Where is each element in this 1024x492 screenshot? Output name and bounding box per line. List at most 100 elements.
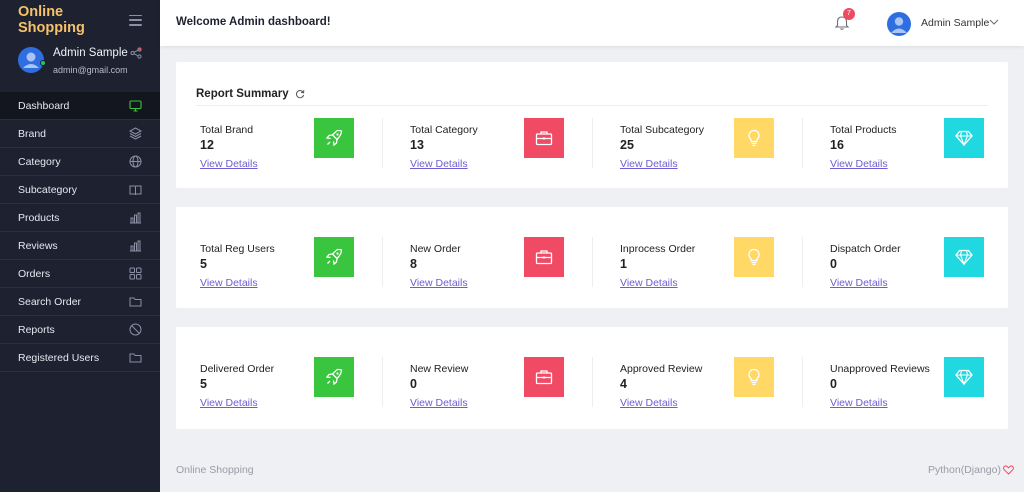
refresh-icon[interactable] xyxy=(295,89,305,99)
stat-label: Total Reg Users xyxy=(200,243,275,255)
hamburger-menu-icon[interactable] xyxy=(128,14,142,26)
stat-value: 1 xyxy=(620,257,627,271)
view-details-link[interactable]: View Details xyxy=(410,158,468,170)
profile-name: Admin Sample xyxy=(53,47,128,59)
sidebar-item-label: Products xyxy=(18,211,60,224)
share-icon[interactable] xyxy=(130,47,142,59)
diamond-icon xyxy=(944,357,984,397)
stat-divider xyxy=(592,237,593,287)
folder-icon xyxy=(129,295,142,308)
user-avatar-icon xyxy=(891,17,907,33)
sidebar-item-brand[interactable]: Brand xyxy=(0,120,160,148)
sidebar-item-registered-users[interactable]: Registered Users xyxy=(0,344,160,372)
stat-label: Unapproved Reviews xyxy=(830,363,930,375)
stat-value: 25 xyxy=(620,138,634,152)
stat-total-category: Total Category 13 View Details xyxy=(386,118,593,184)
stat-approved-review: Approved Review 4 View Details xyxy=(596,357,803,423)
stat-value: 4 xyxy=(620,377,627,391)
chevron-down-icon[interactable] xyxy=(989,18,999,26)
briefcase-icon xyxy=(524,237,564,277)
sidebar-item-label: Orders xyxy=(18,267,51,280)
sidebar-item-reports[interactable]: Reports xyxy=(0,316,160,344)
stat-new-order: New Order 8 View Details xyxy=(386,237,593,303)
stat-total-brand: Total Brand 12 View Details xyxy=(176,118,383,184)
stat-value: 12 xyxy=(200,138,214,152)
view-details-link[interactable]: View Details xyxy=(620,158,678,170)
stat-value: 0 xyxy=(410,377,417,391)
stat-value: 8 xyxy=(410,257,417,271)
app-title[interactable]: Online Shopping xyxy=(18,4,129,36)
stat-label: Total Brand xyxy=(200,124,254,136)
view-details-link[interactable]: View Details xyxy=(200,277,258,289)
footer-framework: Python(Django) xyxy=(928,464,1001,476)
sidebar-item-subcategory[interactable]: Subcategory xyxy=(0,176,160,204)
view-details-link[interactable]: View Details xyxy=(200,158,258,170)
online-status-dot xyxy=(40,60,46,66)
footer-credit: Python(Django) xyxy=(928,464,1014,476)
stat-divider xyxy=(592,357,593,407)
sidebar-item-orders[interactable]: Orders xyxy=(0,260,160,288)
stat-total-reg-users: Total Reg Users 5 View Details xyxy=(176,237,383,303)
footer-app-name: Online Shopping xyxy=(176,464,254,476)
view-details-link[interactable]: View Details xyxy=(830,158,888,170)
avatar[interactable] xyxy=(18,47,46,73)
stat-new-review: New Review 0 View Details xyxy=(386,357,593,423)
stats-card-orders: Total Reg Users 5 View Details New Order… xyxy=(176,207,1008,308)
view-details-link[interactable]: View Details xyxy=(200,397,258,409)
stat-total-subcategory: Total Subcategory 25 View Details xyxy=(596,118,803,184)
sidebar-item-label: Brand xyxy=(18,127,47,140)
view-details-link[interactable]: View Details xyxy=(620,277,678,289)
rocket-icon xyxy=(314,237,354,277)
sidebar-item-products[interactable]: Products xyxy=(0,204,160,232)
sidebar-item-label: Search Order xyxy=(18,295,82,308)
stats-card-reviews: Delivered Order 5 View Details New Revie… xyxy=(176,327,1008,429)
monitor-icon xyxy=(129,99,142,112)
page-title: Welcome Admin dashboard! xyxy=(176,16,331,28)
profile-email: admin@gmail.com xyxy=(53,65,128,75)
stat-label: Approved Review xyxy=(620,363,703,375)
heart-icon xyxy=(1003,465,1014,475)
layers-icon xyxy=(129,127,142,140)
view-details-link[interactable]: View Details xyxy=(410,397,468,409)
sidebar-item-label: Registered Users xyxy=(18,351,100,364)
stat-label: Dispatch Order xyxy=(830,243,901,255)
sidebar-item-dashboard[interactable]: Dashboard xyxy=(0,92,160,120)
stat-value: 16 xyxy=(830,138,844,152)
sidebar-item-label: Reports xyxy=(18,323,55,336)
rocket-icon xyxy=(314,357,354,397)
report-summary-title: Report Summary xyxy=(196,88,289,100)
stat-divider xyxy=(382,118,383,168)
book-icon xyxy=(129,183,142,196)
stat-delivered-order: Delivered Order 5 View Details xyxy=(176,357,383,423)
card-title: Report Summary xyxy=(196,88,305,100)
avatar[interactable] xyxy=(887,12,911,36)
view-details-link[interactable]: View Details xyxy=(830,397,888,409)
briefcase-icon xyxy=(524,118,564,158)
user-menu-name[interactable]: Admin Sample xyxy=(921,17,989,29)
stat-inprocess-order: Inprocess Order 1 View Details xyxy=(596,237,803,303)
stat-divider xyxy=(802,237,803,287)
sidebar: Online Shopping Admin Sample admin@gmail… xyxy=(0,0,160,492)
view-details-link[interactable]: View Details xyxy=(830,277,888,289)
stat-divider xyxy=(382,237,383,287)
notification-badge: 7 xyxy=(843,8,855,20)
view-details-link[interactable]: View Details xyxy=(410,277,468,289)
sidebar-item-category[interactable]: Category xyxy=(0,148,160,176)
lightbulb-icon xyxy=(734,118,774,158)
folder-icon xyxy=(129,351,142,364)
rocket-icon xyxy=(314,118,354,158)
top-bar: Welcome Admin dashboard! 7 Admin Sample xyxy=(160,0,1024,46)
briefcase-icon xyxy=(524,357,564,397)
stat-divider xyxy=(592,118,593,168)
stat-divider xyxy=(802,118,803,168)
stat-value: 0 xyxy=(830,377,837,391)
stat-value: 0 xyxy=(830,257,837,271)
globe-icon xyxy=(129,155,142,168)
view-details-link[interactable]: View Details xyxy=(620,397,678,409)
block-icon xyxy=(129,323,142,336)
sidebar-item-search-order[interactable]: Search Order xyxy=(0,288,160,316)
stat-label: Total Subcategory xyxy=(620,124,705,136)
sidebar-item-reviews[interactable]: Reviews xyxy=(0,232,160,260)
sidebar-item-label: Reviews xyxy=(18,239,58,252)
stat-value: 5 xyxy=(200,377,207,391)
